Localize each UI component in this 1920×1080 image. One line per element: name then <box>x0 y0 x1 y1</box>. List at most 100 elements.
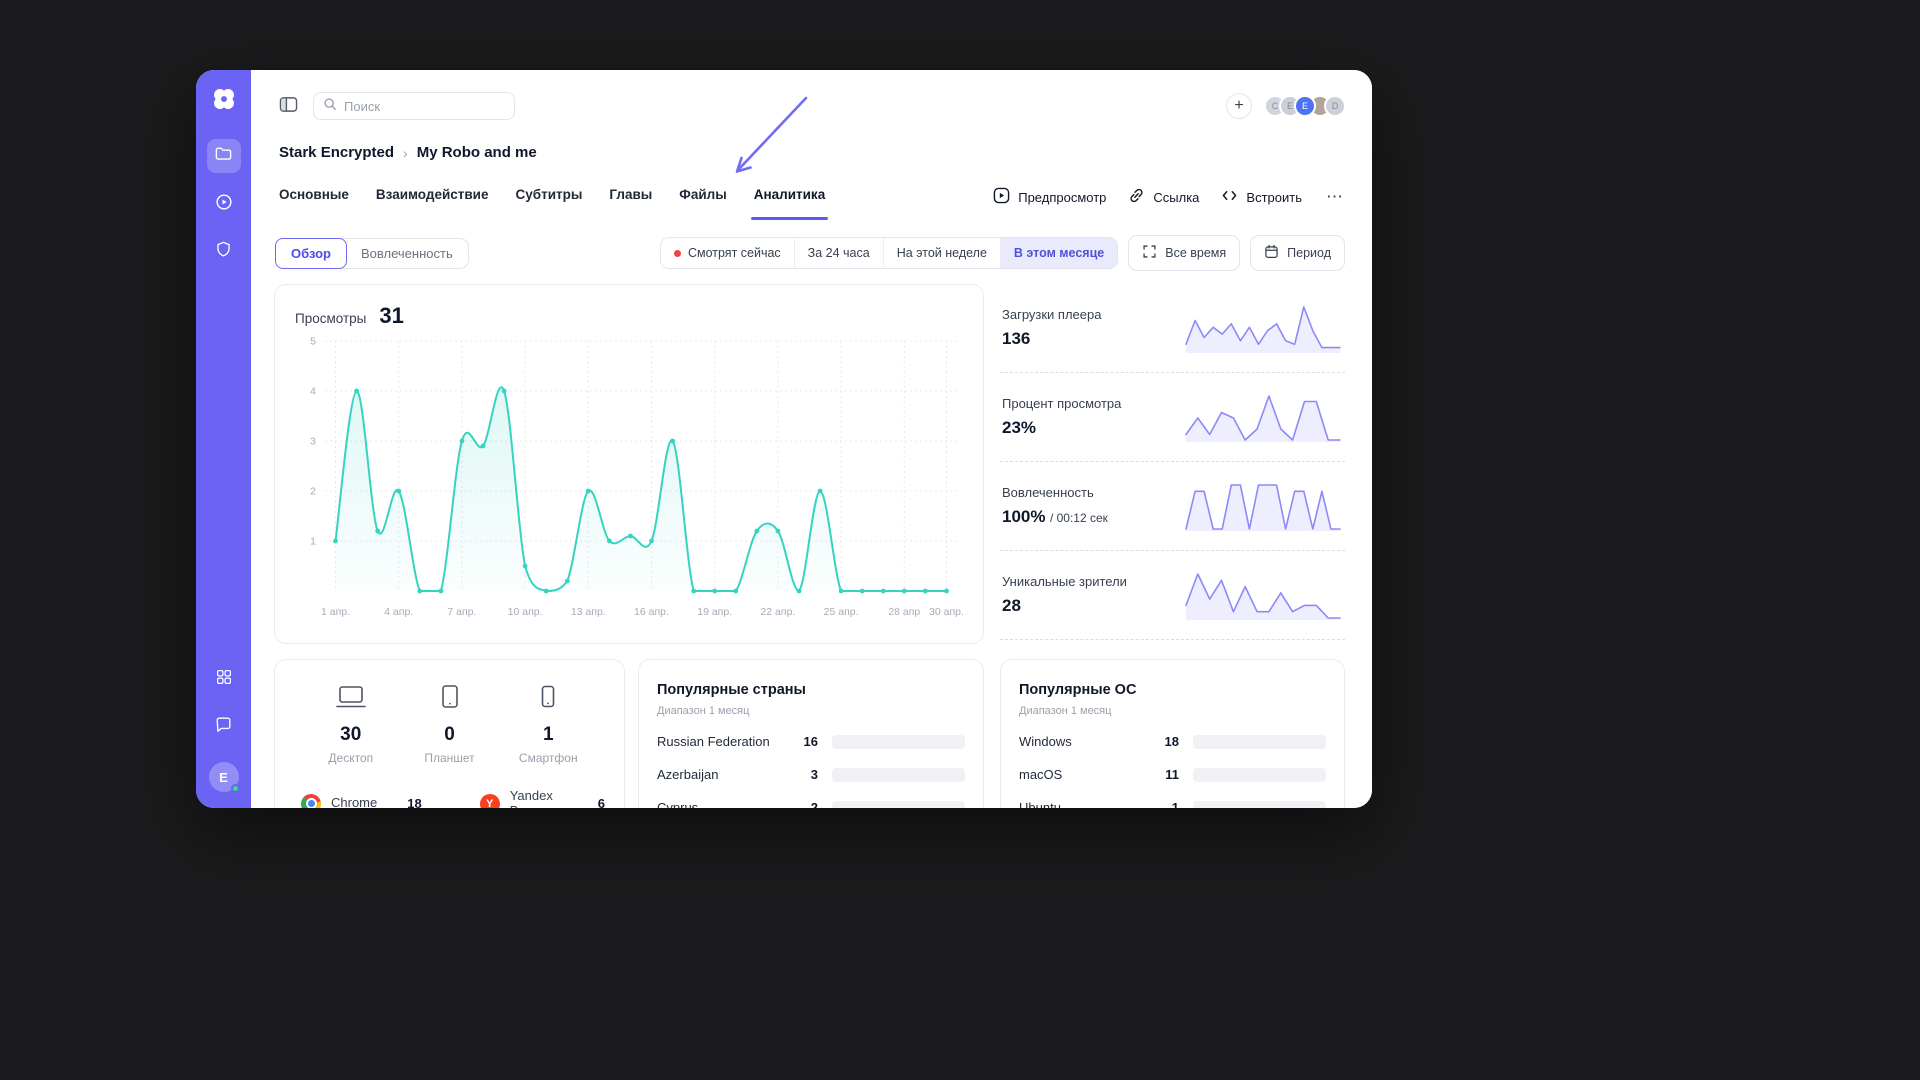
filter-watching-now[interactable]: Смотрят сейчас <box>661 238 794 268</box>
breadcrumb-project[interactable]: Stark Encrypted <box>279 144 394 161</box>
sidebar-toggle-button[interactable] <box>279 96 298 116</box>
chevron-right-icon: › <box>403 145 408 161</box>
breadcrumb: Stark Encrypted › My Robo and me <box>279 144 1344 161</box>
os-row: macOS 11 <box>1019 767 1326 782</box>
svg-text:1 апр.: 1 апр. <box>321 606 350 618</box>
tab-analytics[interactable]: Аналитика <box>754 187 825 220</box>
user-avatar[interactable]: E <box>209 762 239 792</box>
os-row: Ubuntu 1 <box>1019 800 1326 808</box>
unique-viewers-sparkline <box>1183 566 1343 624</box>
tab-chapters[interactable]: Главы <box>609 187 652 220</box>
filter-all-time[interactable]: Все время <box>1128 235 1240 271</box>
svg-text:16 апр.: 16 апр. <box>634 606 669 618</box>
stat-player-loads: Загрузки плеера 136 <box>1000 284 1345 373</box>
smartphone-icon <box>540 684 556 715</box>
tab-main[interactable]: Основные <box>279 187 349 220</box>
os-row: Windows 18 <box>1019 734 1326 749</box>
svg-text:5: 5 <box>310 336 316 348</box>
embed-code-icon <box>1221 188 1238 206</box>
countries-range-label: Диапазон 1 месяц <box>657 705 965 717</box>
sidebar-item-media[interactable] <box>207 187 241 221</box>
os-range-label: Диапазон 1 месяц <box>1019 705 1326 717</box>
search-input[interactable] <box>344 99 505 114</box>
search-input-wrapper <box>313 92 515 120</box>
countries-card-title: Популярные страны <box>657 682 965 698</box>
sidebar-item-projects[interactable] <box>207 139 241 173</box>
more-actions-button[interactable]: ⋯ <box>1324 187 1346 207</box>
stat-unique-viewers: Уникальные зрители 28 <box>1000 551 1345 640</box>
svg-text:28 апр: 28 апр <box>888 606 920 618</box>
device-tablet: 0 Планшет <box>405 684 495 765</box>
link-button[interactable]: Ссылка <box>1128 187 1199 207</box>
svg-text:4 апр.: 4 апр. <box>384 606 413 618</box>
video-actions: Предпросмотр Ссылка <box>993 187 1346 207</box>
preview-icon <box>993 187 1010 207</box>
sidebar-item-chat[interactable] <box>207 710 241 744</box>
tab-files[interactable]: Файлы <box>679 187 726 220</box>
filter-period[interactable]: Период <box>1250 235 1345 271</box>
sidebar-item-security[interactable] <box>207 235 241 269</box>
stats-column: Загрузки плеера 136 Процент просмотра 23… <box>1000 284 1345 640</box>
bar-track <box>1193 735 1326 749</box>
add-member-button[interactable]: + <box>1226 93 1252 119</box>
user-avatar-initial: E <box>219 770 228 785</box>
browser-chrome: Chrome 18 <box>301 794 422 808</box>
views-chart-card: Просмотры 31 123451 апр.4 апр.7 апр.10 а… <box>274 284 984 644</box>
popular-countries-card: Популярные страны Диапазон 1 месяц Russi… <box>638 659 984 808</box>
filter-24h[interactable]: За 24 часа <box>794 238 883 268</box>
live-dot-icon <box>674 250 681 257</box>
play-circle-icon <box>214 192 234 217</box>
app-logo-icon[interactable] <box>211 86 237 117</box>
tab-subtitles[interactable]: Субтитры <box>515 187 582 220</box>
device-columns: 30 Десктоп 0 <box>297 684 602 765</box>
bar-track <box>832 768 965 782</box>
view-toggle-overview[interactable]: Обзор <box>275 238 347 269</box>
view-toggle-engagement[interactable]: Вовлеченность <box>346 239 468 268</box>
bar-track <box>1193 768 1326 782</box>
desktop-icon <box>335 684 367 715</box>
main-area: + C E E D Stark Encrypted › My Robo and … <box>251 70 1372 808</box>
chrome-icon <box>301 794 321 808</box>
time-filters: Смотрят сейчас За 24 часа На этой неделе… <box>660 235 1345 271</box>
svg-text:13 апр.: 13 апр. <box>571 606 606 618</box>
calendar-icon <box>1264 244 1279 262</box>
preview-button[interactable]: Предпросмотр <box>993 187 1106 207</box>
stat-watch-percent: Процент просмотра 23% <box>1000 373 1345 462</box>
bar-track <box>832 735 965 749</box>
link-icon <box>1128 187 1145 207</box>
country-row: Russian Federation 16 <box>657 734 965 749</box>
engagement-sparkline <box>1183 477 1343 535</box>
view-toggle: Обзор Вовлеченность <box>275 238 469 269</box>
desktop-background: E <box>0 0 1920 1080</box>
svg-text:22 апр.: 22 апр. <box>760 606 795 618</box>
stat-engagement: Вовлеченность 100% / 00:12 сек <box>1000 462 1345 551</box>
os-card-title: Популярные ОС <box>1019 682 1326 698</box>
sidebar-item-apps[interactable] <box>207 662 241 696</box>
apps-grid-icon <box>215 668 233 691</box>
devices-card: 30 Десктоп 0 <box>274 659 625 808</box>
views-title: Просмотры <box>295 311 366 326</box>
svg-text:1: 1 <box>310 536 316 548</box>
popular-os-card: Популярные ОС Диапазон 1 месяц Windows 1… <box>1000 659 1345 808</box>
svg-text:3: 3 <box>310 436 316 448</box>
device-smartphone: 1 Смартфон <box>503 684 593 765</box>
chat-bubble-icon <box>214 715 233 739</box>
member-avatar-stack: C E E D <box>1264 95 1346 117</box>
bar-track <box>832 801 965 809</box>
panel-toggle-icon <box>279 96 298 116</box>
analytics-content: Просмотры 31 123451 апр.4 апр.7 апр.10 а… <box>274 284 1345 808</box>
bar-track <box>1193 801 1326 809</box>
filter-this-month[interactable]: В этом месяце <box>1000 238 1117 268</box>
yandex-browser-icon <box>480 794 500 808</box>
device-desktop: 30 Десктоп <box>306 684 396 765</box>
embed-button[interactable]: Встроить <box>1221 188 1302 206</box>
member-avatar[interactable]: D <box>1324 95 1346 117</box>
bottom-left-row: 30 Десктоп 0 <box>274 659 984 808</box>
member-avatar[interactable]: E <box>1294 95 1316 117</box>
sidebar: E <box>196 70 251 808</box>
tab-interaction[interactable]: Взаимодействие <box>376 187 489 220</box>
filter-this-week[interactable]: На этой неделе <box>883 238 1000 268</box>
country-row: Cyprus 2 <box>657 800 965 808</box>
views-total-value: 31 <box>379 303 403 329</box>
views-line-chart: 123451 апр.4 апр.7 апр.10 апр.13 апр.16 … <box>295 333 963 627</box>
